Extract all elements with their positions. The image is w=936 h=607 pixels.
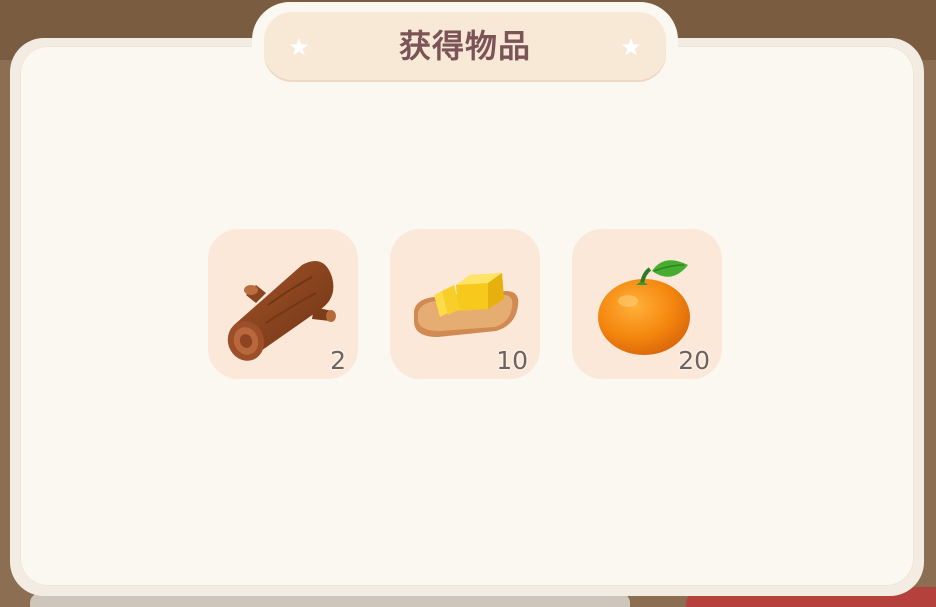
dialog-title: 获得物品 (398, 27, 531, 65)
title-plaque: 获得物品 (264, 12, 666, 80)
item-count: 2 (330, 346, 346, 375)
reward-item-slot[interactable]: 20 (572, 229, 722, 379)
item-count: 20 (678, 346, 710, 375)
item-count: 10 (496, 346, 528, 375)
reward-item-slot[interactable]: 2 (208, 229, 358, 379)
title-tab: 获得物品 (252, 2, 678, 86)
star-icon (621, 37, 641, 56)
reward-item-slot[interactable]: 10 (390, 229, 540, 379)
